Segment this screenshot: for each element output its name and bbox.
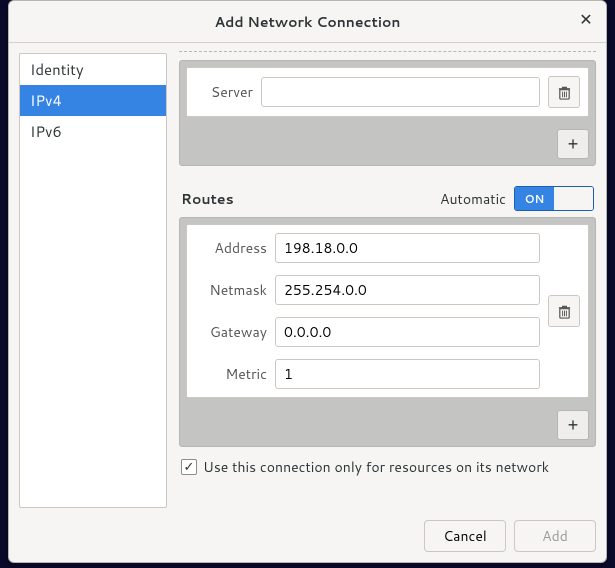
dialog-title: Add Network Connection [215,12,401,32]
sidebar-item-label: IPv4 [30,90,62,111]
routes-header: Routes Automatic ON [181,186,594,211]
metric-label: Metric [195,364,267,384]
route-fields: Address Netmask Gateway Metric [195,233,540,389]
dialog-body: Identity IPv4 IPv6 Server [9,43,606,562]
titlebar: Add Network Connection ✕ [9,1,606,43]
gateway-label: Gateway [195,322,267,342]
netmask-label: Netmask [195,280,267,300]
sidebar-item-ipv4[interactable]: IPv4 [20,85,166,116]
plus-icon: + [568,416,579,434]
server-row: Server [186,67,589,117]
netmask-input[interactable] [275,275,540,305]
content-area: Server + [179,53,596,508]
dashed-divider [179,51,596,52]
sidebar-item-label: IPv6 [30,121,62,142]
sidebar: Identity IPv4 IPv6 [19,53,167,508]
close-icon: ✕ [579,13,592,29]
address-label: Address [195,238,267,258]
routes-heading: Routes [181,189,234,209]
action-row: Cancel Add [19,508,596,552]
switch-knob [554,187,593,210]
routes-panel-footer: + [180,404,595,446]
trash-icon [557,85,572,100]
trash-icon [557,304,572,319]
only-resources-row: Use this connection only for resources o… [181,457,594,477]
add-route-button[interactable]: + [557,410,589,440]
address-input[interactable] [275,233,540,263]
server-panel-footer: + [180,123,595,165]
gateway-input[interactable] [275,317,540,347]
sidebar-item-identity[interactable]: Identity [20,54,166,85]
automatic-label: Automatic [440,189,506,209]
main-row: Identity IPv4 IPv6 Server [19,53,596,508]
routes-automatic-toggle-group: Automatic ON [440,186,594,211]
add-button[interactable]: Add [514,520,596,552]
delete-server-button[interactable] [548,76,580,108]
automatic-switch[interactable]: ON [514,186,594,211]
metric-input[interactable] [275,359,540,389]
switch-on-label: ON [515,187,554,210]
add-server-button[interactable]: + [557,129,589,159]
cancel-button[interactable]: Cancel [424,520,506,552]
only-resources-checkbox[interactable] [181,459,197,475]
sidebar-item-ipv6[interactable]: IPv6 [20,116,166,147]
routes-panel: Address Netmask Gateway Metric [179,217,596,447]
delete-route-button[interactable] [548,295,580,327]
close-button[interactable]: ✕ [576,11,596,31]
routes-grid: Address Netmask Gateway Metric [195,233,540,389]
dns-servers-panel: Server + [179,60,596,166]
server-label: Server [195,82,253,102]
add-network-connection-dialog: Add Network Connection ✕ Identity IPv4 I… [8,0,607,563]
route-layout: Address Netmask Gateway Metric [195,233,580,389]
sidebar-item-label: Identity [30,59,84,80]
plus-icon: + [568,135,579,153]
only-resources-label: Use this connection only for resources o… [203,457,549,477]
route-row: Address Netmask Gateway Metric [186,224,589,398]
server-input[interactable] [261,77,540,107]
